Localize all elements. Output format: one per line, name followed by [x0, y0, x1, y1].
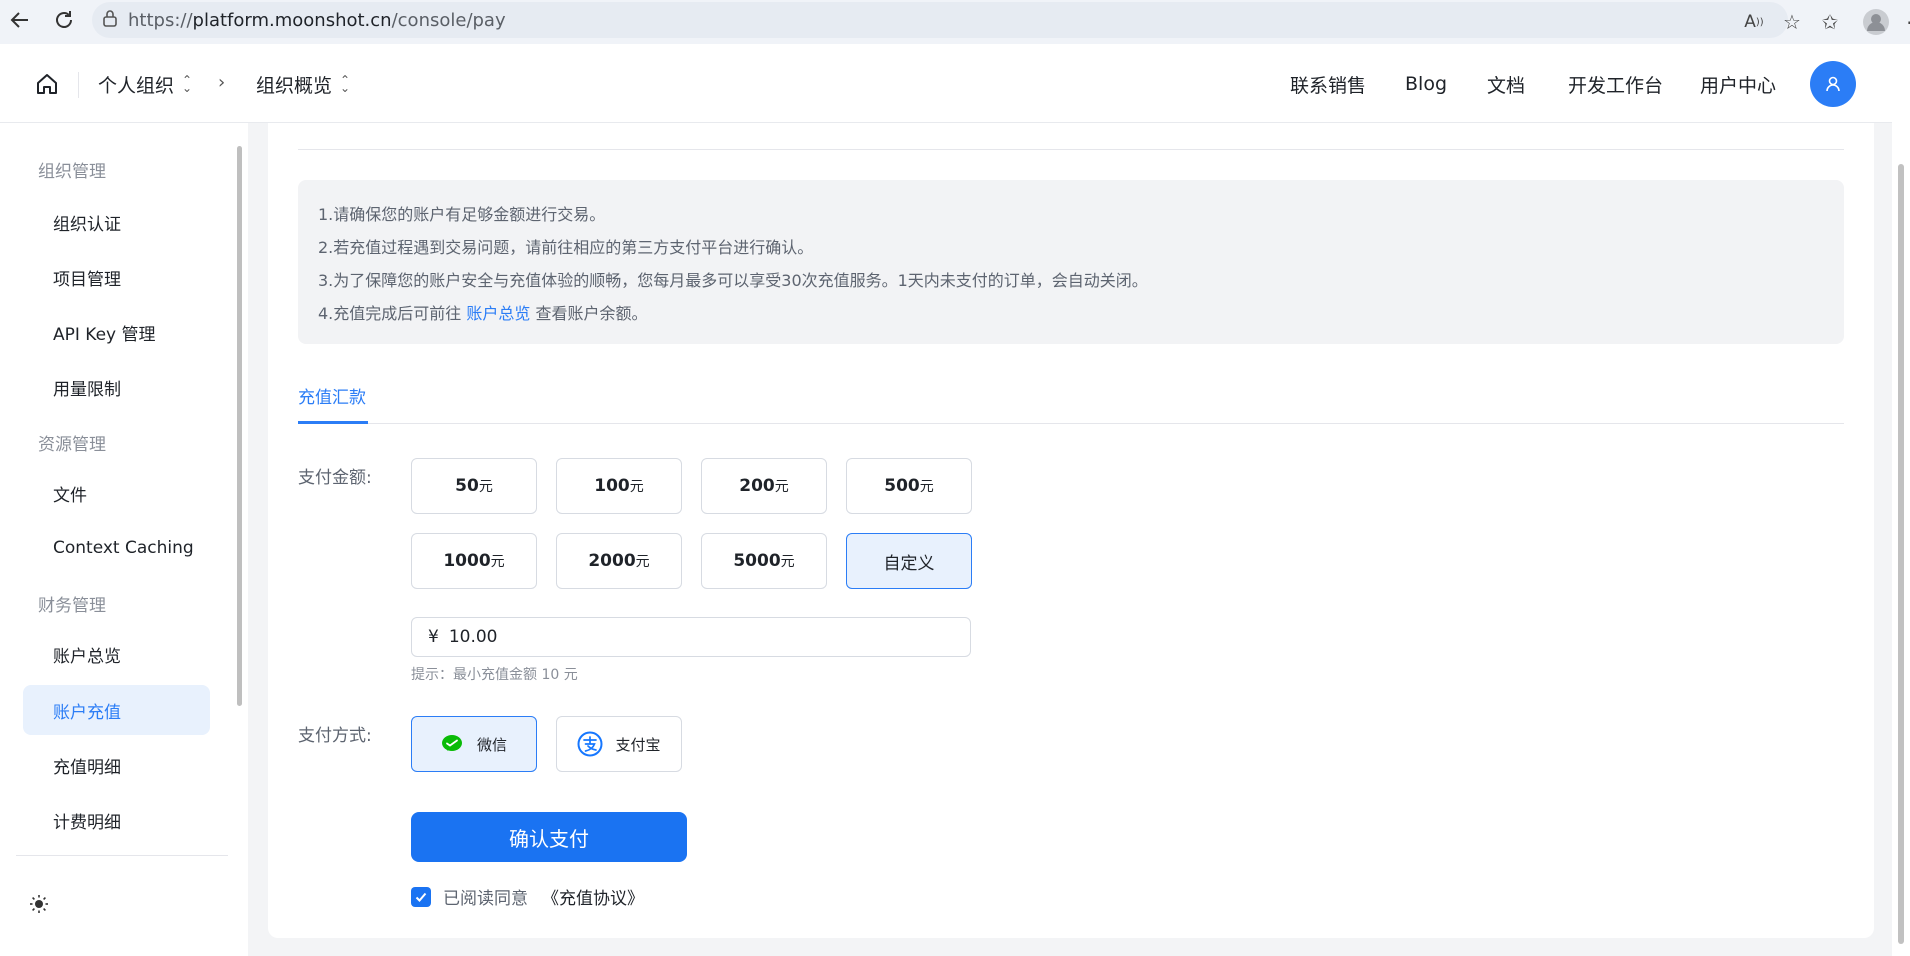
sidebar-item-api-keys[interactable]: API Key 管理: [23, 307, 210, 357]
more-icon[interactable]: ⋯: [1894, 0, 1910, 44]
url-text: https://platform.moonshot.cn/console/pay: [128, 9, 506, 31]
amount-label: 支付金额:: [298, 468, 372, 488]
chevron-updown-icon: ⌃ ⌄: [340, 73, 351, 95]
org-switcher[interactable]: 个人组织 ⌃ ⌄: [98, 66, 192, 102]
tab-active-indicator: [298, 421, 368, 424]
sidebar-item-account-overview[interactable]: 账户总览: [23, 629, 210, 679]
payment-alipay[interactable]: 支付宝: [556, 716, 682, 772]
amount-option-200[interactable]: 200 元: [701, 458, 827, 514]
account-overview-link[interactable]: 账户总览: [466, 304, 530, 323]
tab-recharge[interactable]: 充值汇款: [298, 383, 366, 408]
sidebar-group-finance: 财务管理: [38, 596, 106, 616]
agree-checkbox[interactable]: [411, 886, 431, 907]
profile-icon[interactable]: [1854, 0, 1898, 44]
payment-wechat[interactable]: 微信: [411, 716, 537, 772]
favorites-list-icon[interactable]: ✩: [1808, 0, 1852, 44]
sidebar-item-recharge-details[interactable]: 充值明细: [23, 740, 210, 790]
app-header: 个人组织 ⌃ ⌄ › 组织概览 ⌃ ⌄ 联系销售 Blog 文档 开发工作台 用户中…: [0, 44, 1892, 123]
payment-method-label: 支付方式:: [298, 726, 372, 746]
user-icon: [1826, 76, 1840, 92]
nav-contact-sales[interactable]: 联系销售: [1290, 66, 1366, 102]
sidebar-item-billing-details[interactable]: 计费明细: [23, 795, 210, 845]
sidebar-item-usage-limits[interactable]: 用量限制: [23, 362, 210, 412]
page-switcher[interactable]: 组织概览 ⌃ ⌄: [256, 66, 350, 102]
amount-option-5000[interactable]: 5000 元: [701, 533, 827, 589]
amount-option-1000[interactable]: 1000 元: [411, 533, 537, 589]
tab-divider: [298, 423, 1844, 424]
agreement-row: 已阅读同意 《充值协议》: [411, 884, 644, 909]
sidebar-group-org: 组织管理: [38, 162, 106, 182]
sidebar-scrollbar[interactable]: [236, 138, 243, 706]
browser-toolbar: https://platform.moonshot.cn/console/pay…: [0, 0, 1910, 44]
amount-option-100[interactable]: 100 元: [556, 458, 682, 514]
notice-line-4: 4.充值完成后可前往 账户总览 查看账户余额。: [318, 304, 648, 323]
recharge-agreement-link[interactable]: 《充值协议》: [542, 884, 644, 909]
recharge-panel: 1.请确保您的账户有足够金额进行交易。 2.若充值过程遇到交易问题，请前往相应的…: [268, 123, 1874, 938]
nav-user-center[interactable]: 用户中心: [1700, 66, 1776, 102]
currency-symbol: ¥: [428, 627, 439, 647]
org-crumb-label: 个人组织: [98, 74, 175, 97]
sidebar-group-resources: 资源管理: [38, 435, 106, 455]
back-icon[interactable]: [2, 2, 38, 38]
check-icon: [415, 892, 427, 902]
chevron-updown-icon: ⌃ ⌄: [182, 73, 193, 95]
address-bar[interactable]: https://platform.moonshot.cn/console/pay: [92, 2, 1788, 38]
sidebar: 组织管理 组织认证 项目管理 API Key 管理 用量限制 资源管理 文件 C…: [0, 123, 248, 956]
wechat-icon: [441, 735, 462, 751]
notice-line-2: 2.若充值过程遇到交易问题，请前往相应的第三方支付平台进行确认。: [318, 238, 814, 257]
alipay-icon: [577, 731, 603, 757]
agree-text: 已阅读同意: [443, 889, 528, 909]
chevron-right-icon: ›: [218, 72, 226, 93]
amount-option-50[interactable]: 50 元: [411, 458, 537, 514]
notice-line-3: 3.为了保障您的账户安全与充值体验的顺畅，您每月最多可以享受30次充值服务。1天…: [318, 271, 1148, 290]
page-crumb-label: 组织概览: [256, 74, 333, 97]
min-amount-hint: 提示：最小充值金额 10 元: [411, 667, 578, 683]
sidebar-divider: [16, 855, 228, 856]
amount-option-custom[interactable]: 自定义: [846, 533, 972, 589]
page-scrollbar[interactable]: [1892, 44, 1910, 956]
amount-option-2000[interactable]: 2000 元: [556, 533, 682, 589]
refresh-icon[interactable]: [46, 2, 82, 38]
lock-icon: [102, 9, 118, 31]
sidebar-item-org-verify[interactable]: 组织认证: [23, 197, 210, 247]
notice-box: 1.请确保您的账户有足够金额进行交易。 2.若充值过程遇到交易问题，请前往相应的…: [298, 180, 1844, 344]
sun-icon[interactable]: [28, 893, 50, 915]
nav-docs[interactable]: 文档: [1487, 66, 1525, 102]
nav-blog[interactable]: Blog: [1405, 66, 1447, 102]
divider: [298, 149, 1844, 150]
header-divider: [78, 72, 79, 98]
custom-amount-value: 10.00: [448, 627, 498, 647]
confirm-payment-button[interactable]: 确认支付: [411, 812, 687, 862]
sidebar-item-files[interactable]: 文件: [23, 468, 210, 518]
sidebar-item-account-recharge[interactable]: 账户充值: [23, 685, 210, 735]
nav-dev-workbench[interactable]: 开发工作台: [1568, 66, 1663, 102]
avatar[interactable]: [1810, 61, 1856, 107]
sidebar-item-context-caching[interactable]: Context Caching: [23, 523, 210, 573]
notice-line-1: 1.请确保您的账户有足够金额进行交易。: [318, 205, 606, 224]
amount-option-500[interactable]: 500 元: [846, 458, 972, 514]
home-icon[interactable]: [34, 71, 60, 97]
sidebar-item-projects[interactable]: 项目管理: [23, 252, 210, 302]
custom-amount-input[interactable]: ¥ 10.00: [411, 617, 971, 657]
